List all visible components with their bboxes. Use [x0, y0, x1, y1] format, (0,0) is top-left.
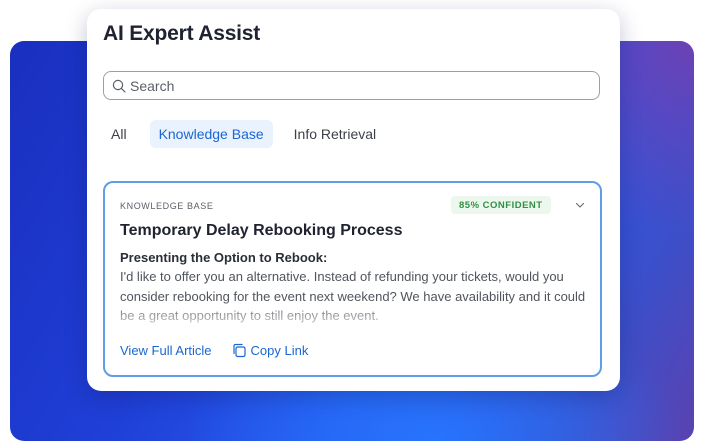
result-title: Temporary Delay Rebooking Process [120, 222, 403, 239]
result-subtitle: Presenting the Option to Rebook: [120, 250, 328, 265]
search-input[interactable] [130, 77, 590, 94]
search-icon [112, 79, 126, 93]
tab-all[interactable]: All [103, 120, 136, 148]
knowledge-base-result-card[interactable]: KNOWLEDGE BASE 85% CONFIDENT Temporary D… [103, 181, 602, 377]
copy-icon [232, 343, 247, 358]
result-source-label: KNOWLEDGE BASE [120, 201, 214, 211]
panel-title: AI Expert Assist [103, 22, 261, 45]
result-actions: View Full Article Copy Link [120, 343, 308, 358]
copy-link-label: Copy Link [250, 343, 309, 358]
view-full-article-link[interactable]: View Full Article [120, 343, 212, 358]
result-body: I'd like to offer you an alternative. In… [120, 269, 586, 323]
stage: AI Expert Assist All Knowledge Base Info… [0, 0, 701, 443]
tab-bar: All Knowledge Base Info Retrieval [103, 119, 397, 149]
ai-expert-assist-panel: AI Expert Assist All Knowledge Base Info… [87, 9, 620, 391]
tab-info-retrieval[interactable]: Info Retrieval [285, 120, 385, 148]
search-box[interactable] [103, 71, 600, 100]
confidence-badge: 85% CONFIDENT [451, 196, 551, 214]
copy-link-button[interactable]: Copy Link [232, 343, 309, 358]
chevron-down-icon[interactable] [575, 200, 585, 210]
tab-knowledge-base[interactable]: Knowledge Base [149, 120, 273, 148]
